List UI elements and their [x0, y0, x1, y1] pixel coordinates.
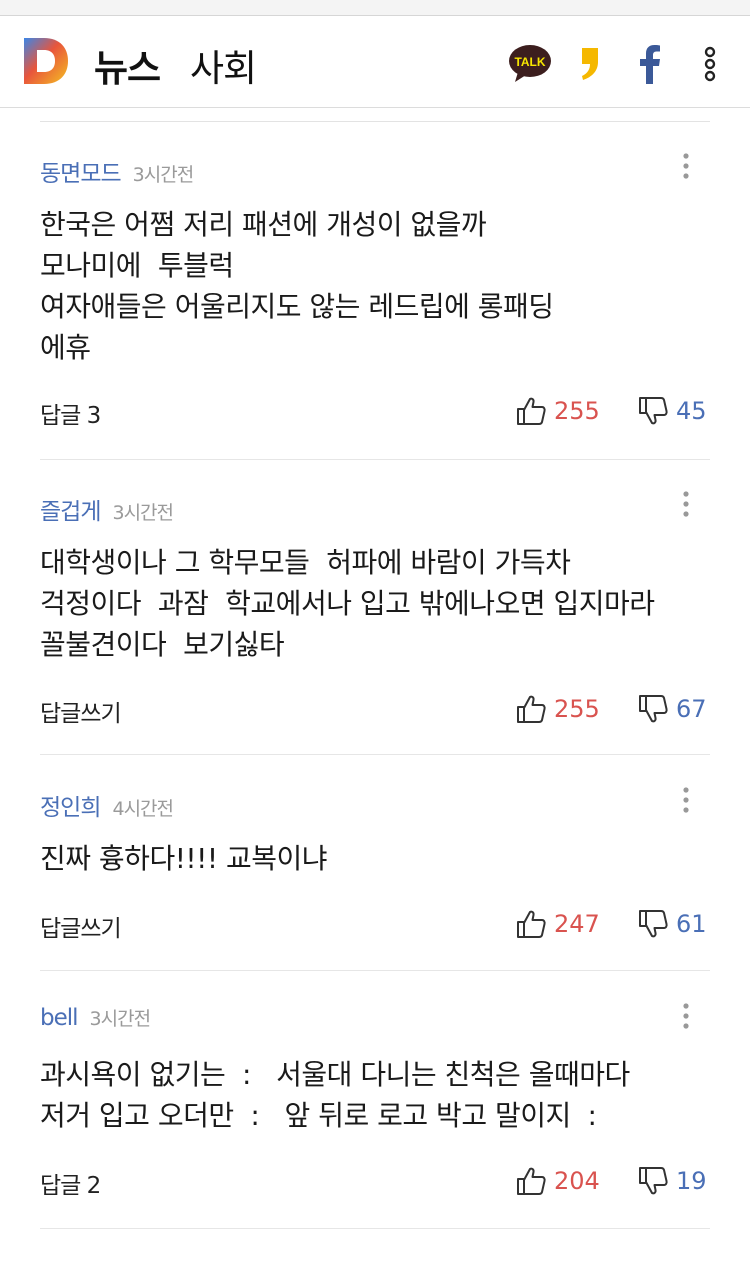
reply-button[interactable]: 답글 2 — [40, 1166, 101, 1200]
comment-line: 모나미에 투블럭 — [40, 249, 234, 282]
reply-button[interactable]: 답글 3 — [40, 396, 101, 430]
comment-more-icon[interactable] — [676, 150, 696, 182]
comment-line: 저거 입고 오더만 : 앞 뒤로 로고 박고 말이지 : — [40, 1099, 597, 1132]
section-title[interactable]: 사회 — [190, 38, 257, 92]
comment-header: 즐겁게 3시간전 — [40, 492, 174, 525]
comment-author[interactable]: 즐겁게 — [40, 499, 101, 525]
kakaotalk-share-icon[interactable]: TALK — [508, 44, 552, 84]
like-button[interactable]: 204 — [516, 1166, 600, 1196]
dislike-count: 45 — [676, 397, 707, 425]
thumbs-down-icon — [639, 695, 668, 723]
reply-button[interactable]: 답글쓰기 — [40, 694, 122, 728]
comment-time: 3시간전 — [112, 502, 174, 524]
thumbs-down-icon — [639, 910, 668, 938]
thumbs-up-icon — [517, 695, 546, 723]
comment-text: 진짜 흉하다!!!! 교복이냐 — [40, 838, 700, 879]
app-header: 뉴스 사회 TALK — [0, 16, 750, 108]
comment-header: bell 3시간전 — [40, 1004, 152, 1034]
thumbs-down-icon — [639, 1167, 668, 1195]
comment-author[interactable]: 정인희 — [40, 795, 101, 821]
comment-divider — [40, 1228, 710, 1229]
comment-text: 과시욕이 없기는 : 서울대 다니는 친척은 올때마다 저거 입고 오더만 : … — [40, 1054, 700, 1136]
comment-line: 에휴 — [40, 331, 91, 364]
comment-time: 3시간전 — [89, 1008, 152, 1030]
thumbs-down-icon — [639, 397, 668, 425]
dislike-count: 19 — [676, 1167, 707, 1195]
dislike-button[interactable]: 19 — [638, 1166, 707, 1196]
list-divider — [40, 121, 710, 122]
comment-more-icon[interactable] — [676, 1000, 696, 1032]
browser-top-strip — [0, 0, 750, 16]
comment-line: 걱정이다 과잠 학교에서나 입고 밖에나오면 입지마라 — [40, 587, 655, 620]
like-count: 255 — [554, 695, 600, 723]
comment-divider — [40, 970, 710, 971]
dislike-count: 61 — [676, 910, 707, 938]
comment-more-icon[interactable] — [676, 488, 696, 520]
comment-text: 대학생이나 그 학무모들 허파에 바람이 가득차 걱정이다 과잠 학교에서나 입… — [40, 542, 700, 665]
more-options-icon[interactable] — [700, 44, 720, 84]
dislike-button[interactable]: 61 — [638, 909, 707, 939]
comment-line: 과시욕이 없기는 : 서울대 다니는 친척은 올때마다 — [40, 1058, 630, 1091]
comment-time: 3시간전 — [132, 164, 195, 186]
comment-text: 한국은 어쩜 저리 패션에 개성이 없을까 모나미에 투블럭 여자애들은 어울리… — [40, 204, 700, 368]
comment-author[interactable]: bell — [40, 1005, 79, 1031]
reply-button[interactable]: 답글쓰기 — [40, 909, 122, 943]
like-button[interactable]: 247 — [516, 909, 600, 939]
comment-more-icon[interactable] — [676, 784, 696, 816]
comment-line: 진짜 흉하다!!!! 교복이냐 — [40, 842, 328, 875]
comment-line: 대학생이나 그 학무모들 허파에 바람이 가득차 — [40, 546, 571, 579]
dislike-button[interactable]: 45 — [638, 396, 707, 426]
like-count: 204 — [554, 1167, 600, 1195]
facebook-share-icon[interactable] — [636, 44, 664, 84]
comment-divider — [40, 754, 710, 755]
comment-line: 꼴불견이다 보기싫타 — [40, 628, 285, 661]
comment-header: 동면모드 3시간전 — [40, 154, 195, 187]
thumbs-up-icon — [517, 910, 546, 938]
thumbs-up-icon — [517, 1167, 546, 1195]
comment-line: 여자애들은 어울리지도 않는 레드립에 롱패딩 — [40, 290, 554, 323]
kakaostory-share-icon[interactable] — [578, 44, 602, 82]
dislike-button[interactable]: 67 — [638, 694, 707, 724]
comment-divider — [40, 459, 710, 460]
dislike-count: 67 — [676, 695, 707, 723]
comment-time: 4시간전 — [112, 798, 174, 820]
thumbs-up-icon — [517, 397, 546, 425]
comment-line: 한국은 어쩜 저리 패션에 개성이 없을까 — [40, 208, 487, 241]
comment-header: 정인희 4시간전 — [40, 788, 174, 821]
like-count: 255 — [554, 397, 600, 425]
svg-text:TALK: TALK — [514, 55, 545, 69]
site-title[interactable]: 뉴스 — [94, 38, 161, 92]
comment-author[interactable]: 동면모드 — [40, 161, 122, 187]
like-count: 247 — [554, 910, 600, 938]
like-button[interactable]: 255 — [516, 396, 600, 426]
like-button[interactable]: 255 — [516, 694, 600, 724]
daum-logo[interactable] — [22, 36, 70, 86]
